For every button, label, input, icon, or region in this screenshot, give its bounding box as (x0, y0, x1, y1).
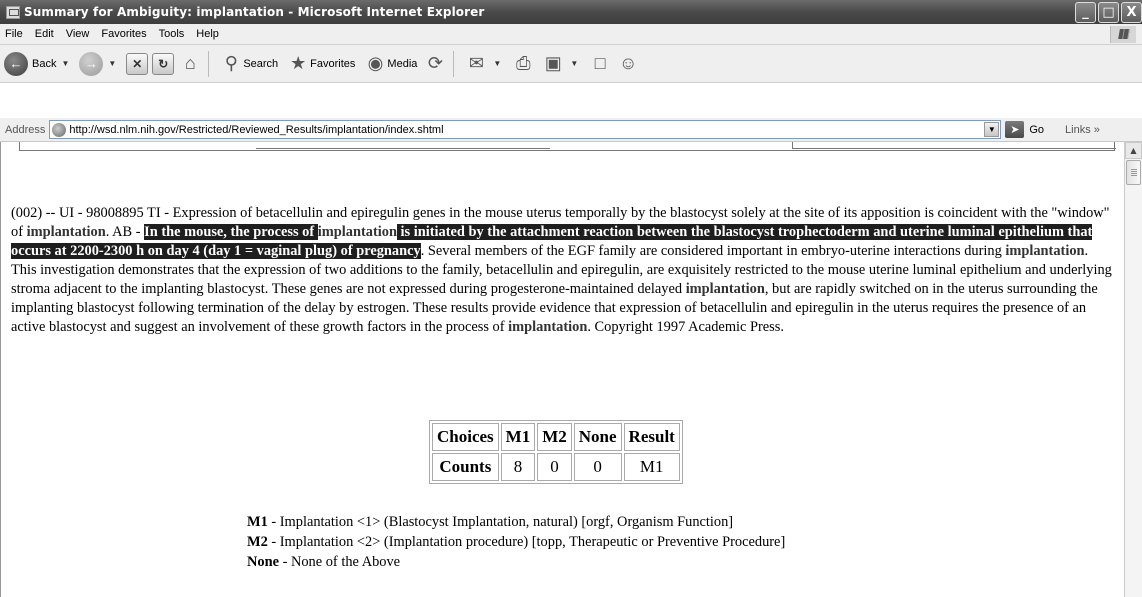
menu-file[interactable]: File (0, 28, 29, 40)
vertical-scrollbar[interactable]: ▲ (1124, 142, 1142, 597)
address-input[interactable]: http://wsd.nlm.nih.gov/Restricted/Review… (49, 120, 1002, 139)
legend-key: M1 (247, 514, 268, 530)
ie-window-icon[interactable] (6, 5, 20, 19)
address-bar: Address http://wsd.nlm.nih.gov/Restricte… (0, 118, 1142, 142)
legend-text: - Implantation <1> (Blastocyst Implantat… (267, 514, 734, 530)
top-frame-border (19, 142, 1116, 151)
table-cell: 8 (500, 453, 536, 481)
window-controls: _ □ X (1075, 2, 1142, 23)
scrollbar-thumb[interactable] (1126, 160, 1141, 185)
discuss-icon[interactable]: □ (588, 53, 612, 75)
table-row: Counts 8 0 0 M1 (432, 453, 680, 481)
page-content: (002) -- UI - 98008895 TI - Expression o… (0, 142, 1124, 597)
favorites-button[interactable]: ★ Favorites (286, 49, 355, 79)
toolbar-separator (453, 50, 455, 77)
table-header-cell: M2 (537, 423, 572, 451)
window-title: Summary for Ambiguity: implantation - Mi… (24, 5, 485, 19)
table-cell: 0 (537, 453, 572, 481)
abstract-text-segment: . AB - (105, 224, 145, 240)
back-label: Back (32, 57, 57, 70)
keyword-highlight: implantation (1005, 243, 1085, 259)
table-cell: 0 (573, 453, 622, 481)
mail-dropdown-icon[interactable]: ▼ (493, 59, 501, 68)
table-row-label: Counts (432, 453, 499, 481)
legend-text: - Implantation <2> (Implantation procedu… (267, 534, 786, 550)
legend-item: None - None of the Above (247, 552, 785, 572)
keyword-highlight: implantation (685, 281, 765, 297)
forward-button[interactable]: → ▼ (79, 49, 122, 79)
go-button[interactable]: ➤ Go (1005, 121, 1044, 138)
abstract-text-segment: . Several members of the EGF family are … (420, 243, 1006, 259)
favorites-label: Favorites (310, 57, 356, 70)
table-header-cell: M1 (500, 423, 536, 451)
menu-help[interactable]: Help (190, 28, 225, 40)
table-header-cell: None (573, 423, 622, 451)
forward-dropdown-icon[interactable]: ▼ (108, 59, 116, 68)
go-arrow-icon: ➤ (1005, 121, 1025, 138)
mail-icon[interactable]: ✉ (464, 53, 488, 75)
search-button[interactable]: ⚲ Search (219, 49, 278, 79)
menu-view[interactable]: View (60, 28, 96, 40)
media-button[interactable]: ◉ Media (363, 49, 418, 79)
title-bar: Summary for Ambiguity: implantation - Mi… (0, 0, 1142, 24)
back-button[interactable]: ← Back ▼ (4, 49, 75, 79)
links-button[interactable]: Links » (1065, 124, 1100, 136)
table-header-cell: Choices (432, 423, 499, 451)
legend-key: None (247, 554, 279, 570)
address-url[interactable]: http://wsd.nlm.nih.gov/Restricted/Review… (69, 124, 443, 136)
keyword-highlight: implantation (317, 224, 397, 240)
counts-table: Choices M1 M2 None Result Counts 8 0 0 M… (429, 420, 683, 484)
print-icon[interactable]: ⎙ (511, 53, 535, 75)
selected-text-segment: In the mouse, the process of (144, 224, 318, 240)
legend-key: M2 (247, 534, 268, 550)
close-button[interactable]: X (1121, 2, 1142, 23)
history-icon[interactable]: ⟳ (423, 53, 447, 75)
edit-dropdown-icon[interactable]: ▼ (570, 59, 578, 68)
media-label: Media (387, 57, 418, 70)
menu-tools[interactable]: Tools (153, 28, 191, 40)
abstract-text: (002) -- UI - 98008895 TI - Expression o… (11, 204, 1117, 337)
favorites-star-icon: ★ (290, 53, 307, 73)
refresh-icon[interactable]: ↻ (152, 52, 175, 75)
menu-edit[interactable]: Edit (29, 28, 60, 40)
menu-favorites[interactable]: Favorites (95, 28, 152, 40)
legend-item: M2 - Implantation <2> (Implantation proc… (247, 532, 785, 552)
address-dropdown-icon[interactable]: ▼ (984, 122, 1000, 137)
legend-item: M1 - Implantation <1> (Blastocyst Implan… (247, 512, 785, 532)
edit-icon[interactable]: ▣ (541, 53, 565, 75)
home-icon[interactable]: ⌂ (178, 53, 202, 75)
search-label: Search (243, 57, 279, 70)
keyword-highlight: implantation (508, 319, 588, 335)
legend-text: - None of the Above (278, 554, 401, 570)
keyword-highlight: implantation (26, 224, 106, 240)
maximize-button[interactable]: □ (1098, 2, 1119, 23)
page-icon (52, 122, 67, 137)
search-icon: ⚲ (224, 53, 238, 73)
back-dropdown-icon[interactable]: ▼ (61, 59, 69, 68)
frame-divider (256, 142, 550, 149)
table-header-row: Choices M1 M2 None Result (432, 423, 680, 451)
frame-divider (792, 142, 1116, 149)
stop-icon[interactable]: ✕ (126, 52, 149, 75)
sense-legend: M1 - Implantation <1> (Blastocyst Implan… (247, 512, 785, 572)
media-icon: ◉ (367, 53, 384, 73)
windows-logo-icon (1110, 26, 1136, 43)
standard-toolbar: ← Back ▼ → ▼ ✕ ↻ ⌂ ⚲ Search ★ Favorites … (0, 45, 1142, 83)
back-arrow-icon: ← (4, 51, 28, 76)
abstract-text-segment: . Copyright 1997 Academic Press. (587, 319, 784, 335)
table-cell: M1 (623, 453, 680, 481)
go-label: Go (1029, 123, 1045, 136)
table-header-cell: Result (623, 423, 680, 451)
address-label: Address (5, 123, 46, 136)
menu-bar: File Edit View Favorites Tools Help (0, 24, 1142, 45)
toolbar-separator (208, 50, 210, 77)
forward-arrow-icon: → (79, 51, 104, 76)
messenger-icon[interactable]: ☺ (616, 53, 640, 75)
minimize-button[interactable]: _ (1075, 2, 1096, 23)
scroll-up-icon[interactable]: ▲ (1125, 142, 1142, 159)
